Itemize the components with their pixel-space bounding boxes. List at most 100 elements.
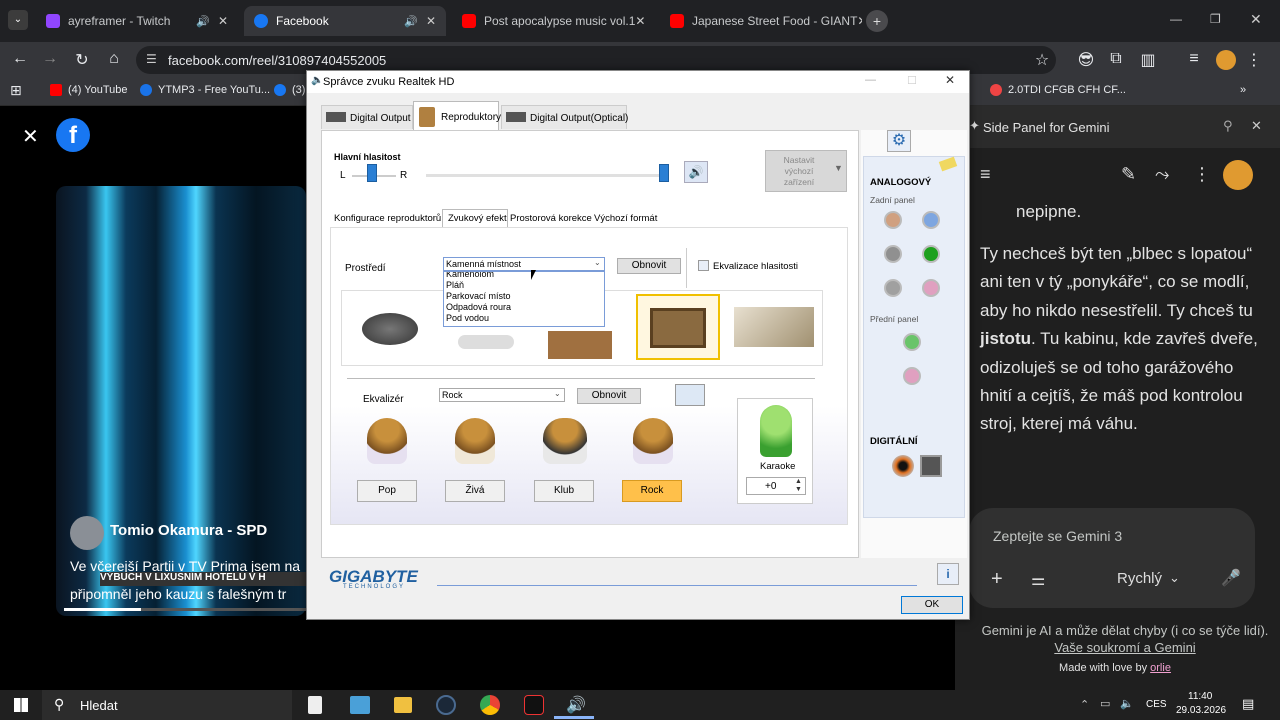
- tab-twitch[interactable]: ayreframer - Twitch 🔊 ✕: [36, 6, 238, 36]
- tab-youtube-music[interactable]: Post apocalypse music vol.1 ✕: [452, 6, 654, 36]
- author-link[interactable]: orlie: [1150, 662, 1171, 674]
- clock-time[interactable]: 11:40: [1188, 691, 1212, 702]
- extension-emoji-icon[interactable]: 😎: [1074, 50, 1098, 70]
- rear-jack-silver[interactable]: [884, 279, 902, 297]
- bookmark-tdi[interactable]: 2.0TDI CFGB CFH CF...: [990, 84, 1126, 96]
- restore-icon[interactable]: ❐: [1210, 12, 1221, 26]
- bookmark-facebook[interactable]: (3): [274, 84, 305, 96]
- chrome-icon[interactable]: [480, 695, 500, 715]
- privacy-link[interactable]: Vaše soukromí a Gemini: [1054, 640, 1195, 655]
- user-avatar[interactable]: [1223, 160, 1253, 190]
- subtab-speaker-config[interactable]: Konfigurace reproduktorů: [334, 213, 441, 224]
- microphone-icon[interactable]: 🎤: [1221, 568, 1241, 588]
- realtek-speaker-icon[interactable]: 🔊: [566, 695, 588, 715]
- environment-tile-arena[interactable]: [548, 331, 612, 359]
- preset-live-button[interactable]: Živá: [445, 480, 505, 502]
- stepper-down-icon[interactable]: ▼: [795, 486, 802, 493]
- subtab-sound-effect[interactable]: Zvukový efekt: [442, 209, 508, 227]
- front-jack-green[interactable]: [903, 333, 921, 351]
- optical-jack-icon[interactable]: [920, 455, 942, 477]
- extensions-icon[interactable]: ⧉: [1104, 50, 1128, 68]
- graphic-eq-icon[interactable]: [675, 384, 705, 406]
- equalizer-reset-button[interactable]: Obnovit: [577, 388, 641, 404]
- more-bookmarks-icon[interactable]: »: [1240, 84, 1246, 96]
- tab-reproduktory[interactable]: Reproduktory: [413, 101, 501, 131]
- maximize-icon[interactable]: ☐: [907, 74, 917, 87]
- author-name[interactable]: Tomio Okamura - SPD: [110, 522, 267, 539]
- rear-jack-pink[interactable]: [922, 279, 940, 297]
- reel-video[interactable]: [56, 186, 306, 616]
- close-tab-icon[interactable]: ✕: [857, 14, 862, 28]
- equalizer-select[interactable]: Rock ⌄: [439, 388, 565, 402]
- prompt-input-box[interactable]: Zeptejte se Gemini 3 + ⚌ Rychlý ⌄ 🎤: [969, 508, 1255, 608]
- info-icon[interactable]: i: [937, 563, 959, 585]
- language-indicator[interactable]: CES: [1146, 699, 1167, 710]
- bookmark-star-icon[interactable]: ☆: [1030, 50, 1054, 70]
- profile-avatar[interactable]: [1216, 50, 1236, 70]
- environment-tile-opera[interactable]: [734, 307, 814, 347]
- loudness-checkbox[interactable]: [698, 260, 709, 271]
- author-avatar[interactable]: [70, 516, 104, 550]
- notifications-icon[interactable]: ▤: [1242, 696, 1254, 712]
- video-progress-track[interactable]: [64, 608, 306, 611]
- photos-app-icon[interactable]: [350, 696, 370, 714]
- mode-selector[interactable]: Rychlý: [1117, 570, 1162, 587]
- rear-jack-gray[interactable]: [884, 245, 902, 263]
- environment-select[interactable]: Kamenná místnost ⌄: [443, 257, 605, 271]
- bookmark-ytmp3[interactable]: YTMP3 - Free YouTu...: [140, 84, 270, 96]
- environment-option[interactable]: Odpadová roura: [446, 302, 511, 312]
- notes-app-icon[interactable]: [308, 696, 322, 714]
- clock-date[interactable]: 29.03.2026: [1176, 705, 1226, 716]
- stepper-up-icon[interactable]: ▲: [795, 478, 802, 485]
- new-tab-button[interactable]: +: [866, 10, 888, 32]
- rear-jack-blue[interactable]: [922, 211, 940, 229]
- chevron-down-icon[interactable]: ▼: [834, 163, 843, 173]
- environment-option[interactable]: Pláň: [446, 280, 464, 290]
- environment-tile-stone-room[interactable]: [636, 294, 720, 360]
- new-chat-icon[interactable]: ✎: [1121, 164, 1136, 185]
- forward-icon[interactable]: →: [38, 50, 62, 68]
- tab-search-button[interactable]: ⌄: [8, 10, 28, 30]
- tab-youtube-food[interactable]: Japanese Street Food - GIANT ✕: [660, 6, 862, 36]
- windows-start-icon[interactable]: [14, 698, 28, 712]
- coaxial-jack-icon[interactable]: [892, 455, 914, 477]
- back-icon[interactable]: ←: [8, 50, 32, 68]
- environment-reset-button[interactable]: Obnovit: [617, 258, 681, 274]
- front-jack-pink[interactable]: [903, 367, 921, 385]
- volume-track[interactable]: [426, 174, 666, 177]
- note-icon[interactable]: [938, 156, 958, 172]
- settings-gear-icon[interactable]: ⚙: [887, 130, 911, 152]
- apps-icon[interactable]: ⊞: [10, 82, 22, 99]
- close-panel-icon[interactable]: ✕: [1251, 118, 1262, 134]
- environment-option[interactable]: Kamenolom: [446, 272, 494, 279]
- karaoke-value-stepper[interactable]: +0 ▲ ▼: [746, 477, 806, 495]
- minimize-icon[interactable]: —: [865, 74, 876, 86]
- network-icon[interactable]: ▭: [1100, 697, 1110, 710]
- set-default-device-button[interactable]: Nastavit výchozí zařízení ▼: [765, 150, 847, 192]
- close-tab-icon[interactable]: ✕: [635, 14, 645, 28]
- steam-icon[interactable]: [436, 695, 456, 715]
- bookmark-youtube[interactable]: (4) YouTube: [50, 84, 128, 96]
- close-tab-icon[interactable]: ✕: [426, 14, 436, 28]
- window-close-icon[interactable]: ✕: [1250, 11, 1262, 28]
- media-control-icon[interactable]: ≡: [1182, 50, 1206, 68]
- tray-overflow-icon[interactable]: ⌃: [1080, 698, 1089, 711]
- tab-digital-output[interactable]: Digital Output: [321, 105, 413, 129]
- menu-icon[interactable]: ⋮: [1242, 50, 1266, 70]
- minimize-icon[interactable]: —: [1170, 12, 1182, 26]
- environment-dropdown[interactable]: Kamenolom Pláň Parkovací místo Odpadová …: [443, 271, 605, 327]
- preset-rock-button[interactable]: Rock: [622, 480, 682, 502]
- site-info-icon[interactable]: ☰: [146, 52, 157, 66]
- side-panel-icon[interactable]: ▥: [1136, 50, 1160, 70]
- tab-digital-optical[interactable]: Digital Output(Optical): [501, 105, 628, 129]
- rear-jack-orange[interactable]: [884, 211, 902, 229]
- pin-icon[interactable]: ⚲: [1223, 118, 1233, 134]
- environment-option[interactable]: Parkovací místo: [446, 291, 511, 301]
- taskbar-search[interactable]: ⚲ Hledat: [42, 690, 292, 720]
- close-icon[interactable]: ✕: [945, 73, 955, 87]
- subtab-room-correction[interactable]: Prostorová korekce: [510, 213, 592, 224]
- close-tab-icon[interactable]: ✕: [218, 14, 228, 28]
- chevron-down-icon[interactable]: ⌄: [1169, 570, 1180, 586]
- reload-icon[interactable]: ↻: [70, 50, 94, 70]
- tab-facebook[interactable]: Facebook 🔊 ✕: [244, 6, 446, 36]
